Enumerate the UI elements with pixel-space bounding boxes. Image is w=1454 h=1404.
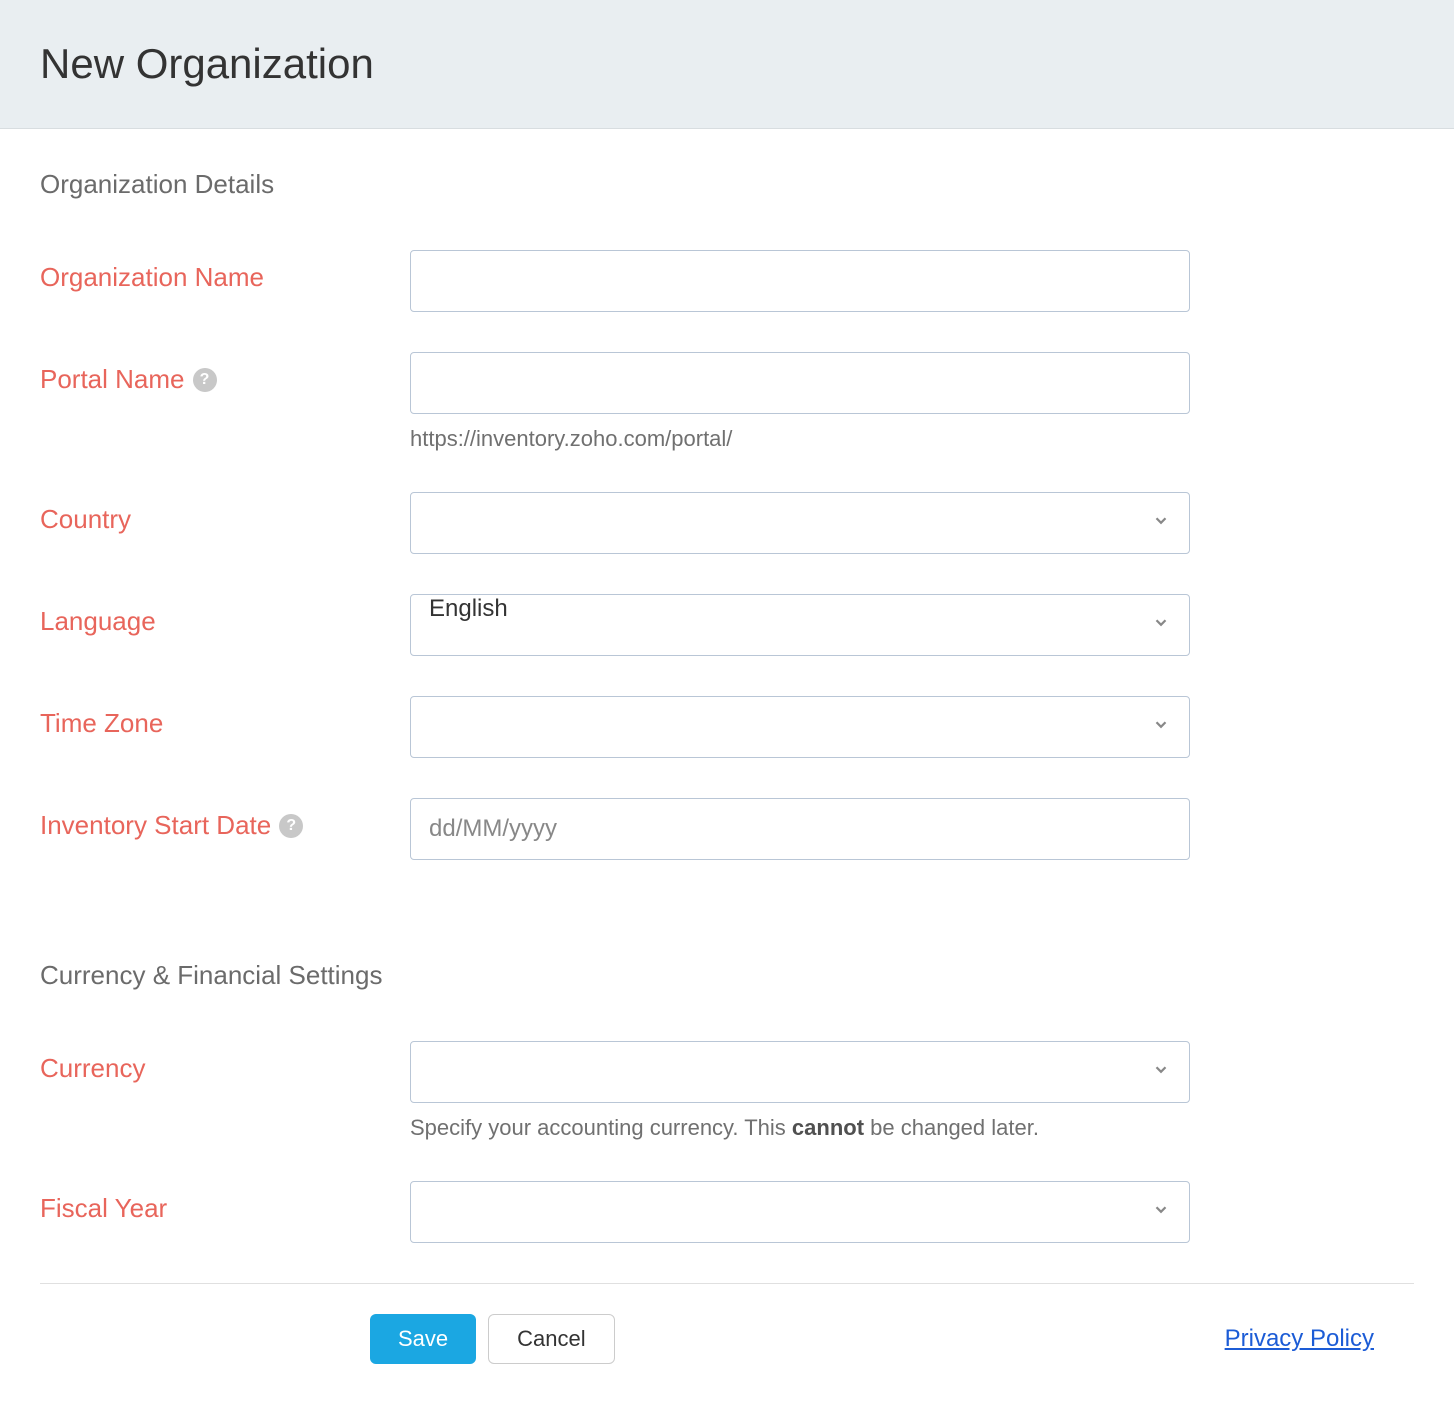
row-time-zone: Time Zone xyxy=(40,696,1414,758)
label-time-zone: Time Zone xyxy=(40,696,410,739)
footer-divider xyxy=(40,1283,1414,1284)
currency-hint: Specify your accounting currency. This c… xyxy=(410,1115,1190,1141)
language-select[interactable]: English xyxy=(410,594,1190,656)
label-currency: Currency xyxy=(40,1041,410,1084)
section-currency-title: Currency & Financial Settings xyxy=(40,960,1414,991)
section-org-details-title: Organization Details xyxy=(40,169,1414,200)
help-icon[interactable]: ? xyxy=(279,814,303,838)
label-fiscal-year: Fiscal Year xyxy=(40,1181,410,1224)
page-header: New Organization xyxy=(0,0,1454,129)
row-country: Country xyxy=(40,492,1414,554)
row-language: Language English xyxy=(40,594,1414,656)
organization-name-input[interactable] xyxy=(410,250,1190,312)
save-button[interactable]: Save xyxy=(370,1314,476,1364)
label-country: Country xyxy=(40,492,410,535)
row-currency: Currency Specify your accounting currenc… xyxy=(40,1041,1414,1141)
portal-name-input[interactable] xyxy=(410,352,1190,414)
privacy-policy-link[interactable]: Privacy Policy xyxy=(1225,1325,1374,1352)
inventory-start-date-input[interactable] xyxy=(410,798,1190,860)
row-organization-name: Organization Name xyxy=(40,250,1414,312)
portal-url-hint: https://inventory.zoho.com/portal/ xyxy=(410,426,1190,452)
row-fiscal-year: Fiscal Year xyxy=(40,1181,1414,1243)
time-zone-select[interactable] xyxy=(410,696,1190,758)
label-portal-name: Portal Name xyxy=(40,364,185,395)
fiscal-year-select[interactable] xyxy=(410,1181,1190,1243)
help-icon[interactable]: ? xyxy=(193,368,217,392)
label-organization-name: Organization Name xyxy=(40,250,410,293)
currency-select[interactable] xyxy=(410,1041,1190,1103)
cancel-button[interactable]: Cancel xyxy=(488,1314,614,1364)
country-select[interactable] xyxy=(410,492,1190,554)
row-portal-name: Portal Name ? https://inventory.zoho.com… xyxy=(40,352,1414,452)
form-footer: Save Cancel Privacy Policy xyxy=(0,1314,1454,1404)
label-language: Language xyxy=(40,594,410,637)
page-title: New Organization xyxy=(40,40,1414,88)
row-inventory-start-date: Inventory Start Date ? xyxy=(40,798,1414,860)
label-inventory-start-date: Inventory Start Date xyxy=(40,810,271,841)
